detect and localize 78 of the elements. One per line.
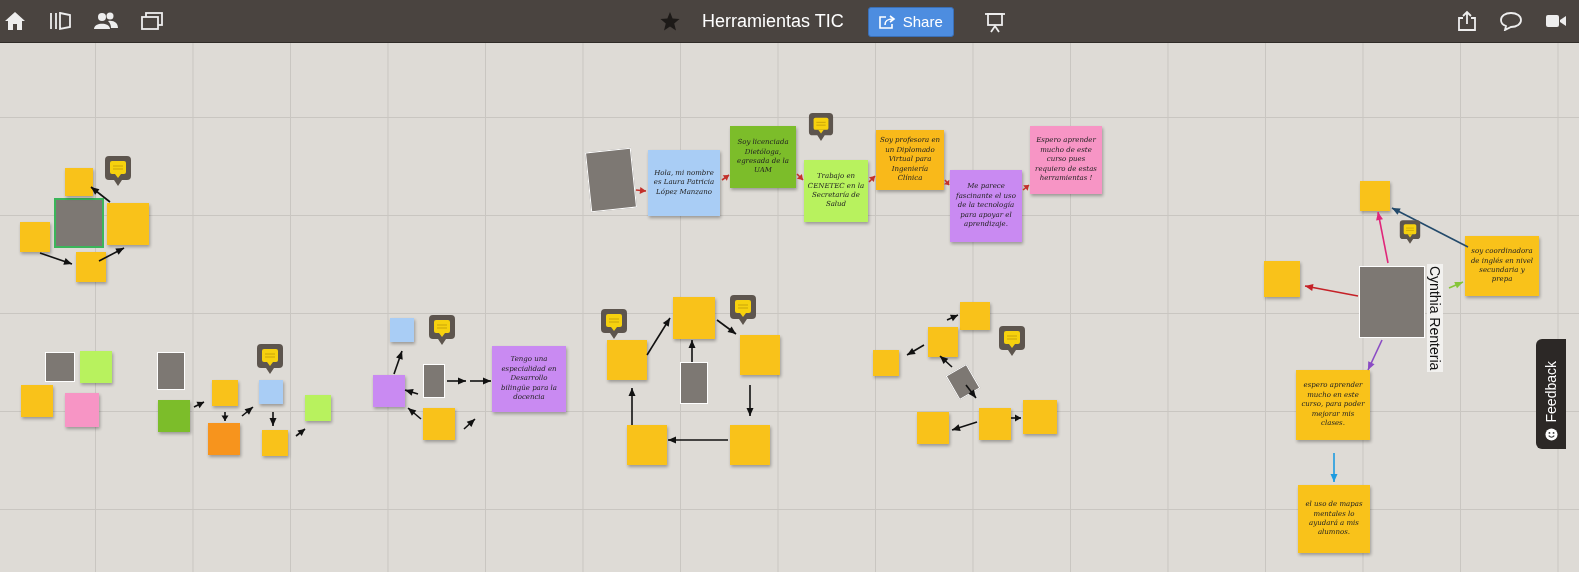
sticky-note[interactable] [208, 423, 240, 455]
sticky-note[interactable] [627, 425, 667, 465]
comment-bubble-icon[interactable] [104, 155, 132, 187]
comment-icon[interactable] [1499, 11, 1523, 31]
sticky-note[interactable] [1360, 181, 1390, 211]
arrow [446, 377, 467, 385]
arrow [746, 384, 754, 417]
video-icon[interactable] [1545, 13, 1567, 29]
people-icon[interactable] [94, 12, 118, 30]
arrow [646, 317, 671, 356]
presentation-icon[interactable] [983, 10, 1006, 33]
sticky-note[interactable] [1264, 261, 1300, 297]
comment-bubble-icon[interactable] [256, 343, 284, 375]
images-icon[interactable] [140, 11, 164, 31]
sticky-note[interactable] [305, 395, 331, 421]
sticky-note[interactable] [107, 203, 149, 245]
sticky-note[interactable] [65, 168, 93, 196]
sticky-note[interactable] [76, 252, 106, 282]
arrow [469, 377, 492, 385]
sticky-note[interactable] [979, 408, 1011, 440]
comment-bubble-icon[interactable] [428, 314, 456, 346]
export-icon[interactable] [1457, 10, 1477, 32]
sticky-note[interactable] [390, 318, 414, 342]
arrow [463, 418, 476, 430]
arrow [688, 339, 696, 363]
arrow [951, 421, 978, 431]
sticky-note[interactable] [873, 350, 899, 376]
sticky-note[interactable] [740, 335, 780, 375]
arrow [667, 436, 729, 444]
board-title: Herramientas TIC [702, 11, 844, 32]
arrow [98, 247, 125, 262]
comment-bubble-icon[interactable] [600, 308, 628, 340]
arrow [221, 411, 229, 422]
star-icon[interactable] [660, 12, 680, 31]
arrow [946, 314, 959, 322]
home-icon[interactable] [4, 11, 26, 31]
sticky-note[interactable] [730, 425, 770, 465]
arrow [39, 252, 73, 265]
arrow [906, 344, 925, 356]
comment-bubble-icon[interactable] [729, 294, 757, 326]
arrow [1304, 284, 1359, 297]
sticky-note[interactable] [423, 408, 455, 440]
comment-bubble-icon[interactable] [998, 325, 1026, 357]
comment-bubble-icon[interactable] [808, 112, 834, 142]
sticky-note[interactable] [917, 412, 949, 444]
arrow [295, 428, 306, 437]
sticky-note[interactable] [259, 380, 283, 404]
arrow [407, 407, 422, 420]
name-label: Cynthia Renteria [1427, 264, 1443, 373]
arrow [193, 401, 205, 409]
smiley-icon [1544, 428, 1558, 441]
sticky-note[interactable] [673, 297, 715, 339]
arrow [90, 186, 111, 203]
arrow [393, 350, 403, 375]
arrow [1448, 281, 1464, 289]
arrow [1367, 339, 1383, 371]
sticky-note[interactable] [373, 375, 405, 407]
sticky-note[interactable] [1023, 400, 1057, 434]
library-icon[interactable] [48, 11, 72, 31]
arrow [716, 319, 737, 335]
sticky-note[interactable] [928, 327, 958, 357]
sticky-note[interactable] [65, 393, 99, 427]
arrow [628, 387, 636, 426]
feedback-tab[interactable]: Feedback [1536, 339, 1566, 449]
arrow [721, 174, 730, 181]
sticky-note[interactable] [212, 380, 238, 406]
sticky-note[interactable] [158, 400, 190, 432]
comment-bubble-icon[interactable] [1399, 219, 1421, 245]
arrow [1376, 211, 1389, 264]
share-icon [878, 14, 897, 29]
sticky-note[interactable] [80, 351, 112, 383]
sticky-note[interactable] [262, 430, 288, 456]
arrow [241, 406, 254, 417]
sticky-note[interactable] [960, 302, 990, 330]
arrow [635, 186, 647, 194]
arrow [269, 411, 277, 427]
sticky-note[interactable] [20, 222, 50, 252]
arrow [1330, 452, 1338, 483]
